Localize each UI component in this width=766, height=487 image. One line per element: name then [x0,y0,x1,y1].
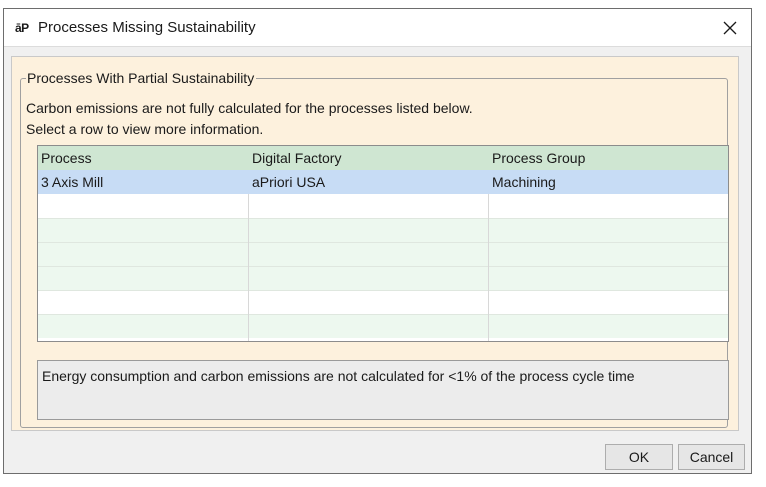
group-legend: Processes With Partial Sustainability [26,70,257,86]
column-divider [248,194,249,341]
info-panel: Energy consumption and carbon emissions … [37,360,729,420]
window-title: Processes Missing Sustainability [38,19,256,36]
column-header-digital-factory[interactable]: Digital Factory [249,146,489,170]
column-divider [488,194,489,341]
row-divider [38,266,728,267]
close-icon [723,21,737,35]
description-line-2: Select a row to view more information. [26,121,264,137]
cell-digital-factory: aPriori USA [252,174,326,190]
cell-process-group: Machining [492,174,556,190]
empty-row [38,266,728,290]
column-header-process-group[interactable]: Process Group [489,146,728,170]
empty-row [38,314,728,338]
empty-row [38,194,728,218]
row-divider [38,314,728,315]
table-header: Process Digital Factory Process Group [38,146,728,170]
title-bar: āP Processes Missing Sustainability [4,9,751,47]
processes-table: Process Digital Factory Process Group 3 … [37,145,729,342]
row-divider [38,218,728,219]
table-row[interactable]: 3 Axis Mill aPriori USA Machining [38,170,728,194]
row-divider [38,290,728,291]
cancel-button[interactable]: Cancel [678,444,745,470]
processes-missing-sustainability-dialog: āP Processes Missing Sustainability Proc… [3,8,752,474]
ok-button[interactable]: OK [605,444,673,470]
column-header-process[interactable]: Process [38,146,249,170]
empty-row [38,242,728,266]
close-button[interactable] [717,15,743,41]
empty-row [38,290,728,314]
content-panel: Processes With Partial Sustainability Ca… [11,56,739,431]
cell-process: 3 Axis Mill [41,174,104,190]
row-divider [38,242,728,243]
app-logo-icon: āP [15,21,29,35]
info-message: Energy consumption and carbon emissions … [42,368,635,384]
empty-row [38,218,728,242]
description-line-1: Carbon emissions are not fully calculate… [26,100,473,116]
